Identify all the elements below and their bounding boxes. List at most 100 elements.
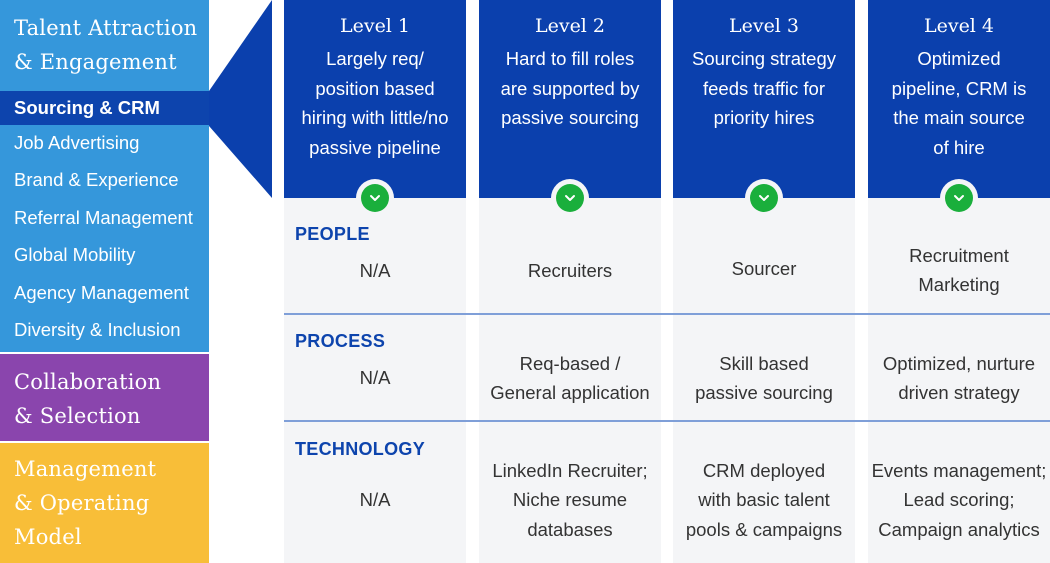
section-title: Talent Attraction & Engagement: [0, 11, 197, 79]
description-line: are supported by: [500, 77, 640, 99]
cell-line: pools & campaigns: [685, 518, 843, 540]
row-separator: [284, 313, 1050, 315]
chevron-down-icon: [759, 195, 769, 201]
row-label-process: PROCESS: [295, 331, 386, 351]
description-line: of hire: [933, 136, 985, 158]
cell-line: N/A: [359, 367, 391, 389]
cell-line: N/A: [359, 260, 391, 282]
cell-line: LinkedIn Recruiter;: [492, 459, 648, 481]
level-title: Level 2: [534, 15, 606, 37]
sidebar-item-agency-management[interactable]: Agency Management: [0, 276, 209, 310]
process-cell: Skill based passive sourcing: [673, 348, 855, 408]
level-header: Level 4 Optimized pipeline, CRM is the m…: [868, 0, 1050, 198]
cell-line: Skill based: [719, 352, 809, 374]
section-title-line: Collaboration: [14, 370, 162, 394]
cell-line: Marketing: [918, 274, 1000, 295]
sidebar-item-diversity-inclusion[interactable]: Diversity & Inclusion: [0, 313, 209, 347]
chevron-down-icon: [370, 195, 380, 201]
level-description: Hard to fill roles are supported by pass…: [479, 44, 661, 133]
section-title-line: & Selection: [14, 404, 141, 428]
cell-line: General application: [490, 382, 650, 403]
expand-level-button[interactable]: [945, 184, 973, 212]
people-cell: Sourcer: [673, 253, 855, 285]
description-line: Optimized: [917, 48, 1001, 69]
process-cell: Req-based / General application: [479, 348, 661, 408]
cell-line: Optimized, nurture: [882, 352, 1036, 374]
section-title: Collaboration & Selection: [0, 365, 161, 433]
level-description: Largely req/ position based hiring with …: [284, 44, 466, 162]
cell-line: Sourcer: [731, 258, 797, 280]
chevron-down-icon: [565, 195, 575, 201]
sidebar-item-brand-experience[interactable]: Brand & Experience: [0, 163, 209, 197]
section-title-line: & Operating: [14, 491, 150, 515]
level-description: Optimized pipeline, CRM is the main sour…: [868, 44, 1050, 162]
people-cell: N/A: [284, 255, 466, 287]
cell-line: with basic talent: [698, 489, 830, 511]
technology-cell: LinkedIn Recruiter; Niche resume databas…: [479, 455, 661, 545]
description-line: position based: [315, 77, 435, 99]
description-line: pipeline, CRM is: [891, 77, 1027, 99]
row-separator: [284, 420, 1050, 422]
cell-line: Recruiters: [527, 260, 613, 282]
level-header: Level 2 Hard to fill roles are supported…: [479, 0, 661, 198]
sidebar-item-global-mobility[interactable]: Global Mobility: [0, 238, 209, 272]
process-cell: Optimized, nurture driven strategy: [868, 348, 1050, 408]
description-line: Hard to fill roles: [505, 48, 635, 69]
technology-cell: N/A: [284, 484, 466, 516]
expand-level-button[interactable]: [556, 184, 584, 212]
level-column-2: Level 2 Hard to fill roles are supported…: [479, 0, 661, 563]
sidebar-item-sourcing-crm[interactable]: Sourcing & CRM: [0, 91, 209, 125]
cell-line: Lead scoring;: [903, 489, 1015, 511]
section-title: Management & Operating Model: [0, 452, 156, 554]
cell-line: CRM deployed: [702, 459, 826, 481]
cell-line: N/A: [359, 489, 391, 511]
level-header: Level 1 Largely req/ position based hiri…: [284, 0, 466, 198]
sidebar-item-job-advertising[interactable]: Job Advertising: [0, 126, 209, 160]
row-label-technology: TECHNOLOGY: [295, 439, 426, 459]
description-line: passive pipeline: [309, 136, 441, 158]
description-line: hiring with little/no: [301, 107, 449, 128]
level-title: Level 3: [728, 15, 800, 37]
section-collaboration-selection[interactable]: Collaboration & Selection: [0, 354, 209, 441]
description-line: Sourcing strategy: [692, 48, 836, 69]
cell-line: Niche resume: [512, 489, 628, 511]
description-line: feeds traffic for: [702, 77, 826, 99]
description-line: the main source: [893, 107, 1025, 128]
level-header: Level 3 Sourcing strategy feeds traffic …: [673, 0, 855, 198]
people-cell: Recruiters: [479, 255, 661, 287]
section-title-line: & Engagement: [14, 50, 177, 74]
cell-line: Req-based /: [519, 352, 621, 374]
section-management-operating-model[interactable]: Management & Operating Model: [0, 443, 209, 563]
cell-line: databases: [527, 518, 613, 540]
people-cell: Recruitment Marketing: [868, 240, 1050, 300]
cell-line: Events management;: [871, 459, 1047, 481]
level-column-4: Level 4 Optimized pipeline, CRM is the m…: [868, 0, 1050, 563]
cell-line: driven strategy: [898, 382, 1020, 403]
pointer-shape: [209, 0, 272, 198]
section-talent-attraction[interactable]: Talent Attraction & Engagement Sourcing …: [0, 0, 209, 352]
section-title-line: Talent Attraction: [14, 16, 198, 40]
level-description: Sourcing strategy feeds traffic for prio…: [673, 44, 855, 133]
cell-line: Recruitment: [909, 244, 1009, 266]
chevron-down-icon: [954, 195, 964, 201]
section-title-line: Model: [14, 525, 82, 549]
level-title: Level 4: [923, 15, 995, 37]
description-line: priority hires: [713, 107, 815, 128]
level-title: Level 1: [339, 15, 411, 37]
level-column-3: Level 3 Sourcing strategy feeds traffic …: [673, 0, 855, 563]
sidebar-item-referral-management[interactable]: Referral Management: [0, 201, 209, 235]
description-line: passive sourcing: [501, 107, 639, 128]
category-sidebar: Talent Attraction & Engagement Sourcing …: [0, 0, 209, 563]
level-column-1: Level 1 Largely req/ position based hiri…: [284, 0, 466, 563]
pointer-funnel: [209, 0, 272, 198]
row-label-people: PEOPLE: [295, 224, 370, 244]
technology-cell: Events management; Lead scoring; Campaig…: [868, 455, 1050, 545]
process-cell: N/A: [284, 362, 466, 394]
description-line: Largely req/: [326, 48, 424, 69]
expand-level-button[interactable]: [361, 184, 389, 212]
expand-level-button[interactable]: [750, 184, 778, 212]
cell-line: Campaign analytics: [878, 518, 1040, 540]
section-title-line: Management: [14, 457, 157, 481]
technology-cell: CRM deployed with basic talent pools & c…: [673, 455, 855, 545]
cell-line: passive sourcing: [695, 382, 833, 403]
